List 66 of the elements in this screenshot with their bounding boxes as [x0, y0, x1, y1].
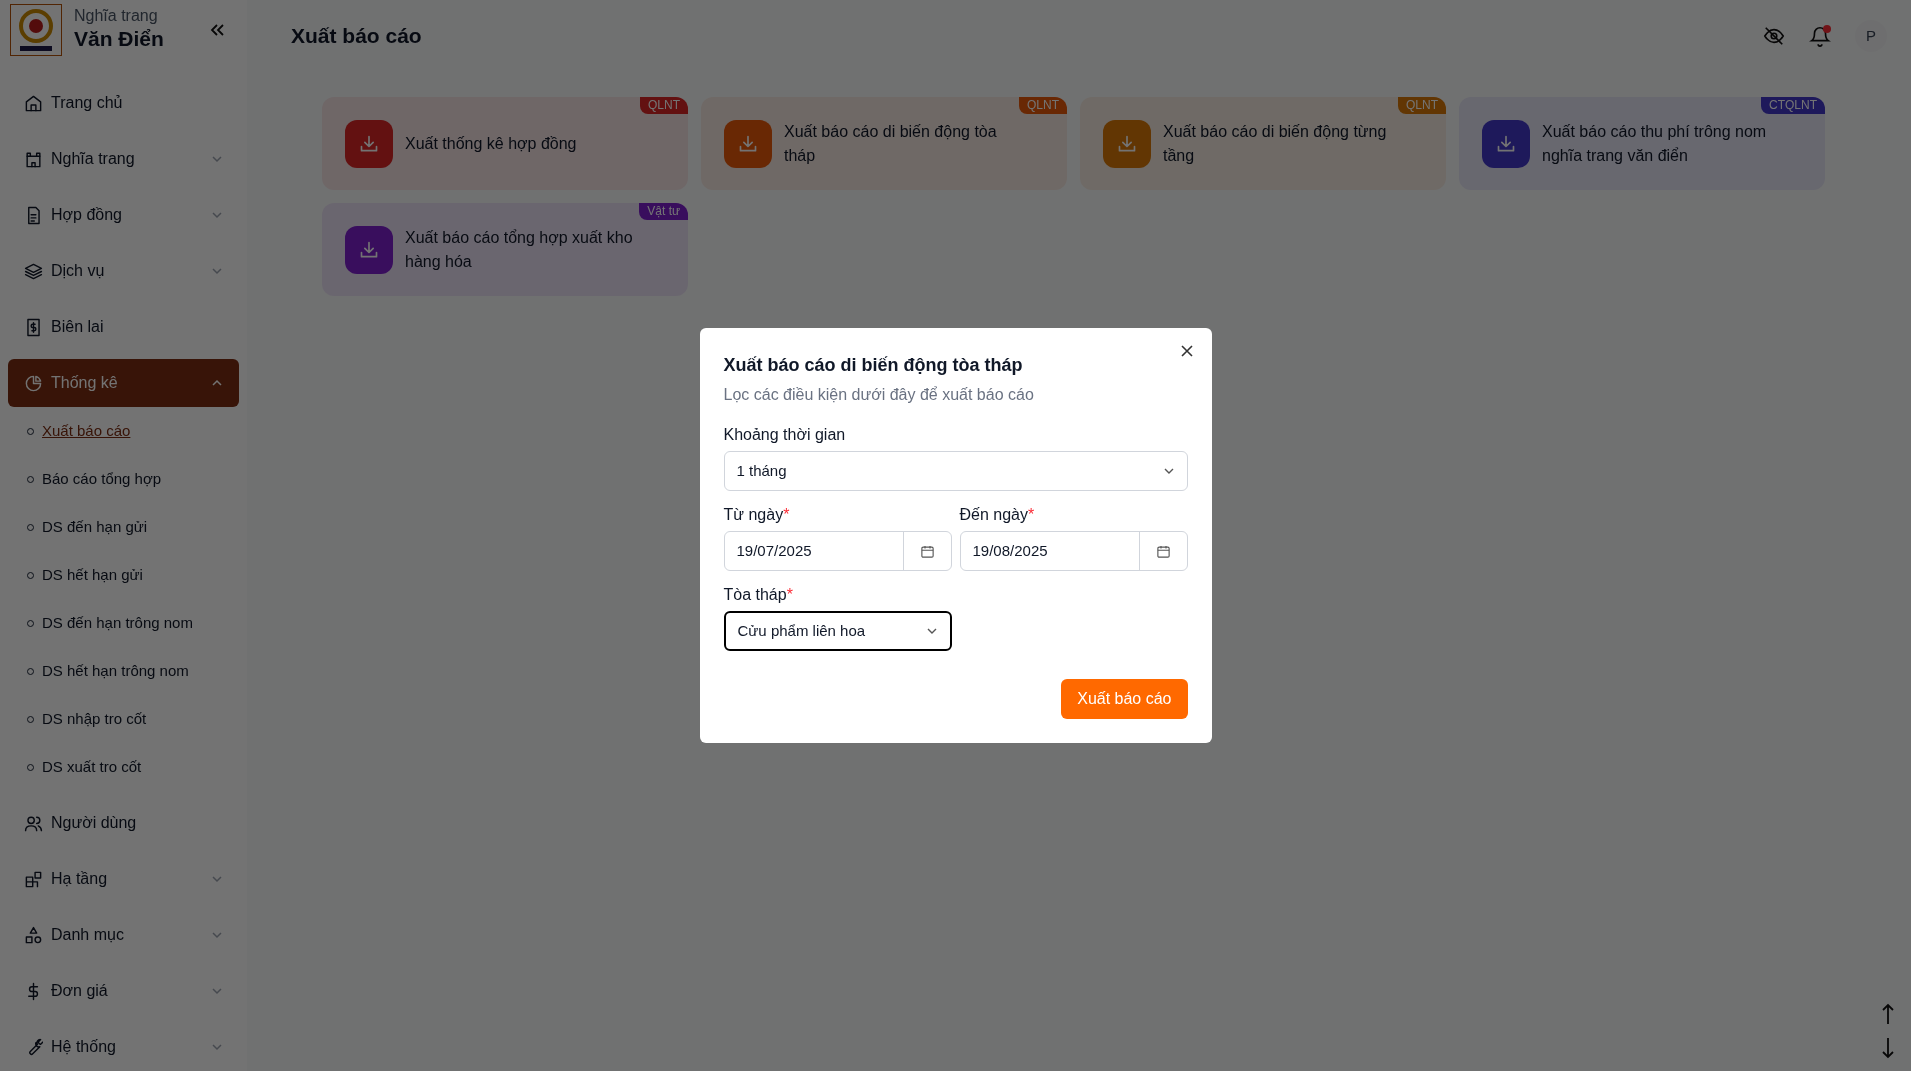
sidebar-item[interactable]: Đơn giá	[8, 967, 239, 1015]
card-title: Xuất báo cáo tổng hợp xuất kho hàng hóa	[405, 227, 634, 272]
submenu-link[interactable]: Xuất báo cáo	[42, 419, 131, 443]
submenu-link[interactable]: DS hết hạn trông nom	[42, 659, 189, 683]
tower-select[interactable]: Cửu phẩm liên hoa	[723, 611, 952, 651]
field-label: Từ ngày*	[723, 505, 791, 525]
category-badge: CTQLNT	[1761, 97, 1825, 114]
calendar-icon[interactable]	[919, 543, 935, 559]
category-badge: QLNT	[640, 97, 688, 114]
submenu-link[interactable]: DS đến hạn gửi	[42, 515, 148, 539]
collapse-sidebar-icon[interactable]	[209, 22, 225, 37]
field-label: Đến ngày*	[959, 505, 1036, 525]
sidebar-item[interactable]: Thống kê	[8, 359, 239, 407]
category-badge: QLNT	[1019, 97, 1067, 114]
bell-icon[interactable]	[1809, 25, 1831, 47]
dialog-subtitle: Lọc các điều kiện dưới đây để xuất báo cáo	[723, 385, 1035, 405]
submenu-link[interactable]: DS xuất tro cốt	[42, 755, 142, 779]
field-label: Tòa tháp*	[723, 585, 794, 605]
chevron-down-icon	[211, 265, 223, 277]
logo-icon	[10, 3, 62, 56]
period-select[interactable]: 1 tháng	[723, 451, 1188, 491]
card-title: Xuất báo cáo di biến động tòa tháp	[784, 121, 998, 166]
date-field[interactable]: 19/07/2025	[723, 531, 952, 571]
building-icon	[24, 149, 43, 169]
category-badge: QLNT	[1398, 97, 1446, 114]
page-title: Xuất báo cáo	[291, 23, 422, 50]
chevron-down-icon	[211, 873, 223, 885]
sidebar-item[interactable]: Hợp đồng	[8, 191, 239, 239]
home-icon	[24, 93, 43, 113]
brand-title: Văn Điển	[74, 26, 164, 53]
sidebar-item[interactable]: Người dùng	[8, 799, 239, 847]
eye-off-icon[interactable]	[1763, 25, 1785, 47]
chevron-down-icon	[211, 929, 223, 941]
sidebar-item[interactable]: Nghĩa trang	[8, 135, 239, 183]
receipt-icon	[24, 317, 43, 337]
scroll-down-icon[interactable]	[1881, 1037, 1895, 1059]
scroll-up-icon[interactable]	[1881, 1003, 1895, 1025]
shapes-icon	[24, 925, 43, 945]
dialog-title: Xuất báo cáo di biến động tòa tháp	[723, 354, 1024, 377]
field-label: Khoảng thời gian	[723, 425, 847, 445]
export-report-button[interactable]: Xuất báo cáo	[1061, 679, 1188, 719]
sidebar-item[interactable]: Biên lai	[8, 303, 239, 351]
brand-subtitle: Nghĩa trang	[74, 6, 159, 27]
chevron-down-icon	[211, 153, 223, 165]
chevron-down-icon	[211, 209, 223, 221]
chevron-down-icon	[211, 985, 223, 997]
submenu-link[interactable]: Báo cáo tổng hợp	[42, 467, 162, 491]
blocks-icon	[24, 869, 43, 889]
close-icon[interactable]	[1180, 345, 1193, 357]
category-badge: Vật tư	[639, 203, 688, 220]
date-field[interactable]: 19/08/2025	[959, 531, 1188, 571]
card-title: Xuất thống kê hợp đồng	[405, 133, 577, 154]
sidebar-item[interactable]: Hệ thống	[8, 1023, 239, 1071]
sidebar-item[interactable]: Trang chủ	[8, 79, 239, 127]
card-title: Xuất báo cáo di biến động từng tầng	[1163, 121, 1388, 166]
pie-chart-icon	[24, 373, 43, 393]
calendar-icon[interactable]	[1155, 543, 1171, 559]
card-title: Xuất báo cáo thu phí trông nom nghĩa trang văn điển	[1542, 121, 1768, 166]
chevron-down-icon	[211, 1041, 223, 1053]
submenu-link[interactable]: DS hết hạn gửi	[42, 563, 143, 587]
sidebar-item[interactable]: Danh mục	[8, 911, 239, 959]
submenu-link[interactable]: DS nhập tro cốt	[42, 707, 147, 731]
layers-icon	[24, 261, 43, 281]
sidebar-item[interactable]: Hạ tầng	[8, 855, 239, 903]
sidebar-item[interactable]: Dịch vụ	[8, 247, 239, 295]
submenu-link[interactable]: DS đến hạn trông nom	[42, 611, 193, 635]
